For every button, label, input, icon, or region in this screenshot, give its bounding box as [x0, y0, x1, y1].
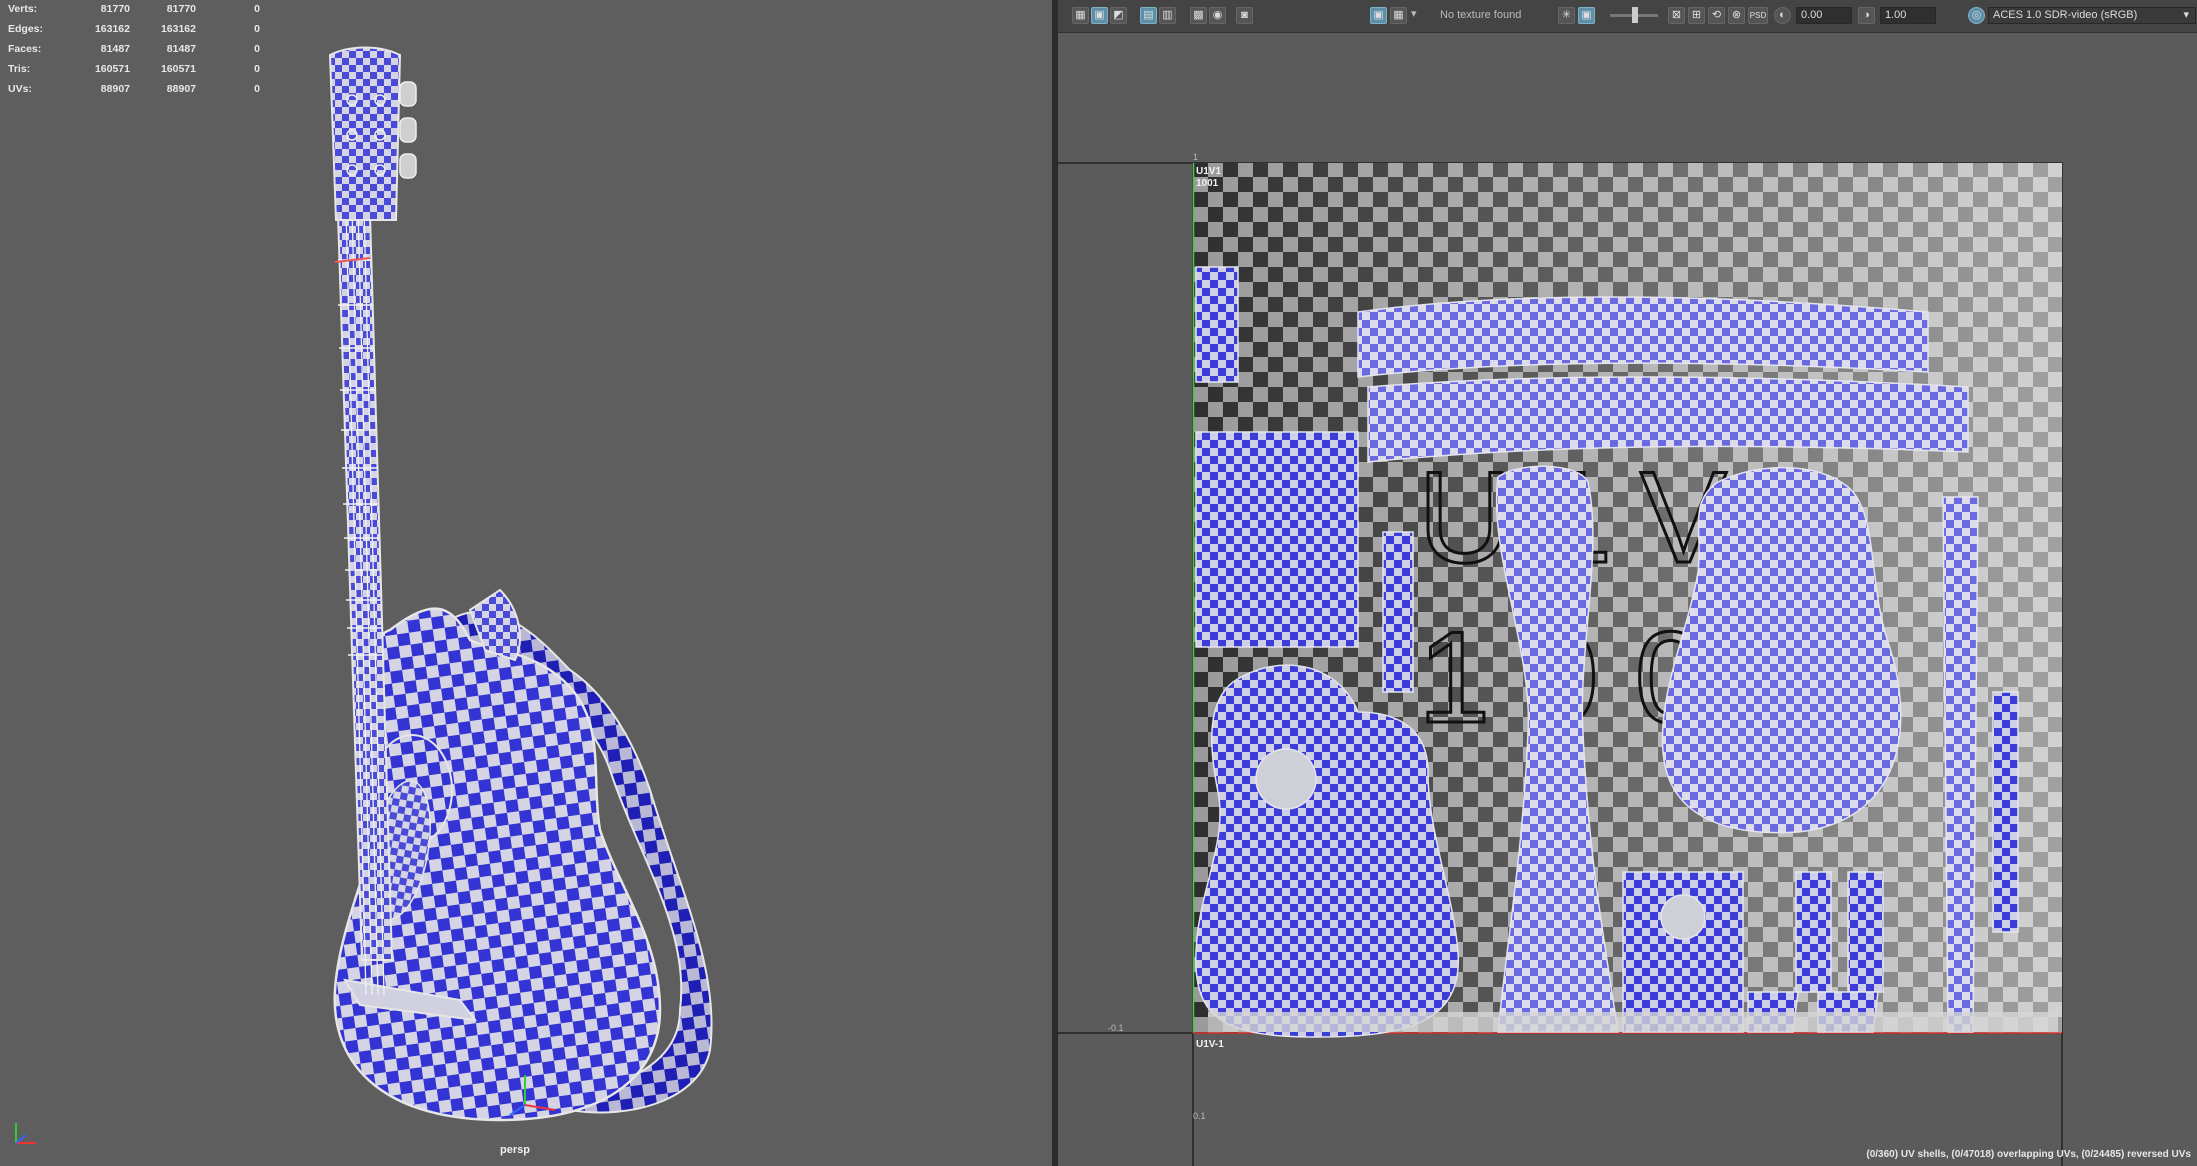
texture-status-label: No texture found	[1440, 9, 1522, 21]
uv-shell-side-block	[1195, 431, 1359, 648]
axis-label-top-tick: 1	[1193, 152, 1198, 162]
exposure-field[interactable]: 0.00	[1796, 7, 1852, 24]
uv-shell-cluster-bottom	[1208, 1012, 2058, 1032]
chevron-down-icon: ▾	[2183, 9, 2189, 21]
uv-ratio-icon[interactable]: ⟲	[1708, 7, 1725, 24]
hud-row-verts: Verts: 81770 81770 0	[8, 3, 260, 15]
shaded-uv-icon[interactable]: ◩	[1110, 7, 1127, 24]
hud-row-tris: Tris: 160571 160571 0	[8, 63, 260, 75]
uv-shell-thin-strip	[1382, 531, 1414, 693]
snap-grid-icon[interactable]: ▥	[1159, 7, 1176, 24]
perspective-viewport[interactable]: Verts: 81770 81770 0 Edges: 163162 16316…	[0, 0, 1052, 1166]
uv-shell-small-a	[1795, 871, 1832, 993]
color-management-icon[interactable]: ◎	[1968, 7, 1985, 24]
rgb-channels-icon[interactable]: ⊠	[1668, 7, 1685, 24]
uv-image-icon[interactable]: ▣	[1091, 7, 1108, 24]
texture-bake-icon[interactable]: ◙	[1236, 7, 1253, 24]
guitar-neck	[336, 214, 394, 961]
guitar-model[interactable]	[300, 30, 740, 1130]
axis-indicator-icon	[15, 1123, 36, 1144]
psd-icon[interactable]: PSD	[1748, 7, 1768, 24]
exposure-icon[interactable]: ◐	[1774, 7, 1791, 24]
grid-view-icon[interactable]: ▦	[1072, 7, 1089, 24]
tile-grid-icon[interactable]: ◉	[1209, 7, 1226, 24]
uv-status-text: (0/360) UV shells, (0/47018) overlapping…	[1866, 1149, 2191, 1160]
tile-label-below: U1V-1	[1196, 1039, 1224, 1050]
uv-editor-panel[interactable]: ▦ ▣ ◩ ▤ ▥ ▩ ◉ ◙ ▣ ▦ ▾ No texture found ✳…	[1058, 0, 2197, 1166]
color-space-dropdown[interactable]: ACES 1.0 SDR-video (sRGB) ▾	[1988, 7, 2196, 24]
tile-label-main-id: 1001	[1196, 178, 1219, 189]
filter-icon[interactable]: ⊗	[1728, 7, 1745, 24]
gamma-icon[interactable]: ◑	[1858, 7, 1875, 24]
uv-toolbar: ▦ ▣ ◩ ▤ ▥ ▩ ◉ ◙ ▣ ▦ ▾ No texture found ✳…	[1058, 0, 2197, 33]
tile-label-main: U1V1	[1196, 166, 1221, 177]
camera-name-label: persp	[500, 1144, 530, 1156]
dropdown-arrow-icon[interactable]: ▾	[1411, 7, 1417, 20]
uv-shell-fretboard	[1942, 496, 1979, 1033]
texture-borders-icon[interactable]: ✳	[1558, 7, 1575, 24]
hud-row-uvs: UVs: 88907 88907 0	[8, 83, 260, 95]
isolate-icon[interactable]: ▤	[1140, 7, 1157, 24]
distortion-icon[interactable]: ⊞	[1688, 7, 1705, 24]
poly-count-hud: Verts: 81770 81770 0 Edges: 163162 16316…	[8, 3, 268, 103]
pixel-snap-icon[interactable]: ▩	[1190, 7, 1207, 24]
uv-shell-strip-left	[1195, 266, 1239, 383]
checker-toggle-icon[interactable]: ▣	[1370, 7, 1387, 24]
uv-shell-slim-right	[1992, 691, 2019, 933]
uv-shell-guitar-back	[1661, 466, 1902, 834]
color-space-label: ACES 1.0 SDR-video (sRGB)	[1993, 9, 2138, 21]
gamma-field[interactable]: 1.00	[1880, 7, 1936, 24]
checker-map-icon[interactable]: ▦	[1390, 7, 1407, 24]
hud-row-faces: Faces: 81487 81487 0	[8, 43, 260, 55]
axis-label-bottom-tick: 0.1	[1193, 1111, 1206, 1121]
uv-canvas[interactable]: U1V1 1001 U1V1 1001 U1V-1 -0.1 1 0.1	[1058, 32, 2197, 1166]
image-dim-slider-knob[interactable]	[1632, 7, 1638, 23]
headstock	[328, 46, 402, 221]
image-display-icon[interactable]: ▣	[1578, 7, 1595, 24]
hud-row-edges: Edges: 163162 163162 0	[8, 23, 260, 35]
uv-shell-sound-hole	[1255, 748, 1317, 810]
uv-shell-small-b	[1847, 871, 1884, 993]
axis-label-left-tick: -0.1	[1108, 1023, 1124, 1033]
uv-shell-bridge-hole	[1660, 894, 1706, 940]
